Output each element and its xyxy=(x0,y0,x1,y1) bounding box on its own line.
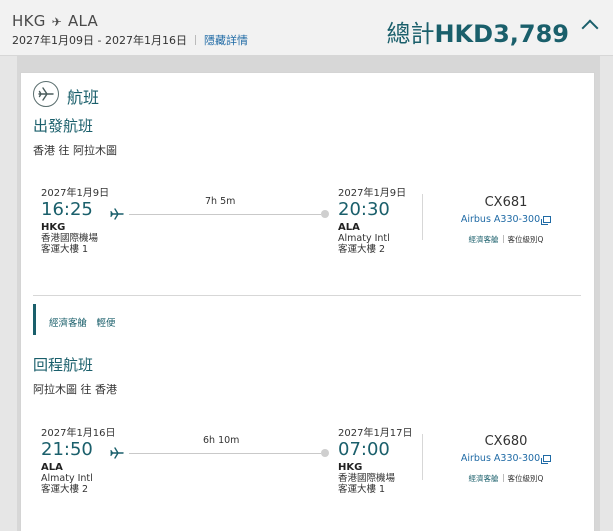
outbound-title: 出發航班 xyxy=(33,117,94,135)
arrival-airport: 香港國際機場 xyxy=(338,473,396,484)
flight-number: CX681 xyxy=(484,195,528,210)
cabin-class: 經濟客艙 xyxy=(468,474,499,483)
inbound-route: 阿拉木圖 往 香港 xyxy=(33,383,117,396)
total-label: 總計 xyxy=(386,20,435,48)
arrival-airport: Almaty Intl xyxy=(338,233,390,244)
fare-info: 經濟客艙 客位級別Q xyxy=(446,234,566,245)
flight-duration: 7h 5m xyxy=(205,196,236,207)
flight-card: 航班 出發航班 香港 往 阿拉木圖 2027年1月9日 16:25 HKG 香港… xyxy=(20,72,595,531)
fare-info: 經濟客艙 客位級別Q xyxy=(446,473,566,484)
departure-terminal: 客運大樓 2 xyxy=(41,484,89,495)
origin-code: HKG xyxy=(12,12,46,30)
cabin-class: 經濟客艙 xyxy=(468,235,499,244)
arrival-date: 2027年1月17日 xyxy=(338,428,413,439)
flight-path-line xyxy=(129,453,321,454)
divider xyxy=(502,474,504,482)
plane-icon xyxy=(110,208,124,220)
departure-terminal: 客運大樓 1 xyxy=(41,244,89,255)
date-range: 2027年1月09日 - 2027年1月16日 xyxy=(12,34,187,47)
arrival-time: 20:30 xyxy=(338,199,390,220)
departure-airport: 香港國際機場 xyxy=(41,233,99,244)
section-title: 航班 xyxy=(67,88,100,107)
arrival-terminal: 客運大樓 1 xyxy=(338,484,386,495)
inbound-departure: 2027年1月16日 21:50 ALA Almaty Intl 客運大樓 2 xyxy=(41,424,161,495)
divider xyxy=(422,194,423,240)
flight-path-line xyxy=(129,214,321,215)
destination-code: ALA xyxy=(68,12,99,30)
departure-code: ALA xyxy=(41,462,63,473)
inbound-arrival: 2027年1月17日 07:00 HKG 香港國際機場 客運大樓 1 xyxy=(338,424,458,495)
summary-header: HKG ✈ ALA 2027年1月09日 - 2027年1月16日 隱藏詳情 總計HK… xyxy=(0,0,613,56)
flight-duration: 6h 10m xyxy=(203,435,240,446)
divider xyxy=(502,235,504,243)
external-link-icon xyxy=(541,455,552,464)
aircraft-type: Airbus A330-300 xyxy=(460,453,541,464)
divider xyxy=(194,35,196,45)
departure-airport: Almaty Intl xyxy=(41,473,93,484)
fare-summary-text: 經濟客艙 輕便 xyxy=(49,318,116,329)
departure-code: HKG xyxy=(41,222,66,233)
plane-circle-icon xyxy=(33,81,59,107)
outbound-arrival: 2027年1月9日 20:30 ALA Almaty Intl 客運大樓 2 xyxy=(338,184,458,255)
arrival-dot xyxy=(321,210,329,218)
flight-number: CX680 xyxy=(484,434,528,449)
aircraft-type: Airbus A330-300 xyxy=(460,214,541,225)
booking-class: 客位級別Q xyxy=(507,235,544,244)
departure-date: 2027年1月9日 xyxy=(41,188,110,199)
arrival-dot xyxy=(321,449,329,457)
departure-time: 21:50 xyxy=(41,439,93,460)
arrival-terminal: 客運大樓 2 xyxy=(338,244,386,255)
external-link-icon xyxy=(541,216,552,225)
arrival-date: 2027年1月9日 xyxy=(338,188,407,199)
hide-details-link[interactable]: 隱藏詳情 xyxy=(204,34,248,47)
aircraft-link[interactable]: Airbus A330-300 xyxy=(446,453,566,464)
chevron-up-icon[interactable] xyxy=(581,19,599,37)
total-amount: HKD3,789 xyxy=(434,20,569,48)
section-divider xyxy=(33,295,581,296)
arrival-code: ALA xyxy=(338,222,360,233)
total-price: 總計HKD3,789 xyxy=(386,14,569,49)
outbound-departure: 2027年1月9日 16:25 HKG 香港國際機場 客運大樓 1 xyxy=(41,184,161,255)
departure-date: 2027年1月16日 xyxy=(41,428,116,439)
details-panel: 航班 出發航班 香港 往 阿拉木圖 2027年1月9日 16:25 HKG 香港… xyxy=(17,56,600,531)
route-summary: HKG ✈ ALA xyxy=(12,12,98,30)
outbound-route: 香港 往 阿拉木圖 xyxy=(33,144,117,157)
arrival-code: HKG xyxy=(338,462,363,473)
trip-dates: 2027年1月09日 - 2027年1月16日 隱藏詳情 xyxy=(12,32,248,48)
plane-icon: ✈ xyxy=(51,15,62,29)
departure-time: 16:25 xyxy=(41,199,93,220)
aircraft-link[interactable]: Airbus A330-300 xyxy=(446,214,566,225)
fare-summary: 經濟客艙 輕便 xyxy=(33,304,233,335)
booking-class: 客位級別Q xyxy=(507,474,544,483)
plane-icon xyxy=(110,447,124,459)
inbound-title: 回程航班 xyxy=(33,356,94,374)
divider xyxy=(422,434,423,480)
arrival-time: 07:00 xyxy=(338,439,390,460)
